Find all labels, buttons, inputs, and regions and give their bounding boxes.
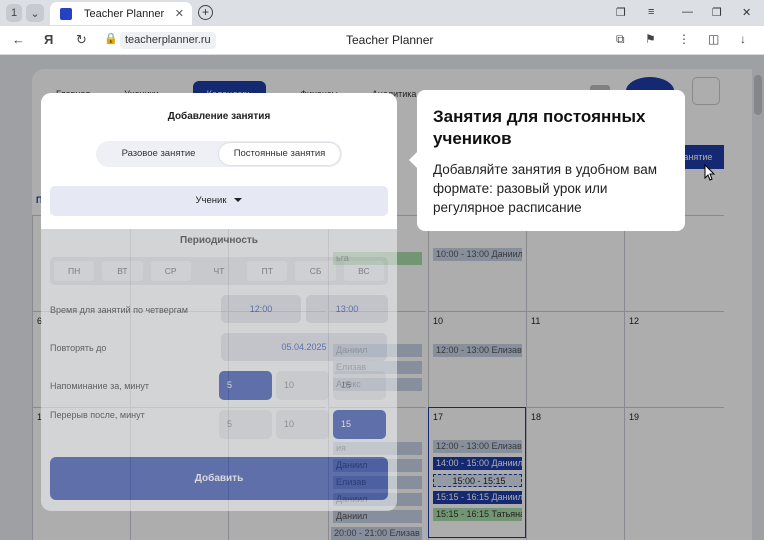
- bookmark-icon[interactable]: ⚑: [645, 32, 656, 46]
- address-bar: ← Я ↻ 🔒 teacherplanner.ru Teacher Planne…: [0, 26, 764, 55]
- menu-icon[interactable]: ≡: [648, 6, 654, 18]
- reminder-option-10[interactable]: 10: [276, 371, 329, 400]
- tooltip-title: Занятия для постоянных учеников: [433, 107, 646, 148]
- lesson-type-toggle: Разовое занятие Постоянные занятия: [96, 141, 342, 167]
- page-title: Teacher Planner: [346, 33, 434, 47]
- modal-form-dimmed: Периодичность ПН ВТ СР ЧТ ПТ СБ ВС Время…: [41, 229, 397, 511]
- time-label: Время для занятий по четвергам: [50, 305, 188, 315]
- site-favicon-icon: [60, 7, 72, 20]
- back-icon[interactable]: ←: [12, 32, 25, 47]
- sidebar-icon[interactable]: ◫: [708, 32, 719, 46]
- minimize-icon[interactable]: —: [682, 6, 693, 18]
- break-option-5[interactable]: 5: [219, 410, 272, 439]
- weekday-wed[interactable]: СР: [150, 261, 191, 281]
- download-icon[interactable]: ↓: [740, 32, 746, 46]
- break-option-15[interactable]: 15: [333, 410, 386, 439]
- weekday-sat[interactable]: СБ: [295, 261, 336, 281]
- weekday-fri[interactable]: ПТ: [247, 261, 288, 281]
- weekday-thu[interactable]: ЧТ: [199, 261, 239, 281]
- collections-icon[interactable]: ❐: [616, 6, 626, 19]
- tooltip-description: Добавляйте занятия в удобном вам формате…: [433, 162, 658, 215]
- restore-icon[interactable]: ❐: [712, 6, 722, 19]
- add-lesson-modal: Добавление занятия Разовое занятие Посто…: [41, 93, 397, 229]
- weekday-tue[interactable]: ВТ: [102, 261, 143, 281]
- yandex-icon[interactable]: Я: [44, 32, 53, 47]
- student-select[interactable]: Ученик: [50, 186, 388, 216]
- extension-icon[interactable]: ⧉: [616, 32, 625, 47]
- mouse-cursor-icon: [704, 164, 716, 181]
- weekday-mon[interactable]: ПН: [54, 261, 95, 281]
- chevron-down-icon[interactable]: ⌄: [26, 4, 44, 22]
- lock-icon: 🔒: [104, 33, 118, 45]
- window-close-icon[interactable]: ✕: [742, 6, 751, 19]
- new-tab-icon[interactable]: +: [198, 5, 213, 20]
- onboarding-tooltip: Занятия для постоянных учеников Добавляй…: [409, 90, 685, 231]
- reload-icon[interactable]: ↻: [76, 32, 87, 48]
- tab-recurring-lessons[interactable]: Постоянные занятия: [219, 143, 340, 165]
- browser-tab-bar: 1 ⌄ Teacher Planner ✕ + ❐ ≡ — ❐ ✕: [0, 0, 764, 26]
- url-field[interactable]: teacherplanner.ru: [120, 32, 216, 49]
- weekday-picker: ПН ВТ СР ЧТ ПТ СБ ВС: [50, 257, 388, 285]
- caret-down-icon: [234, 198, 243, 203]
- weekday-sun[interactable]: ВС: [343, 261, 384, 281]
- add-button[interactable]: Добавить: [50, 457, 388, 500]
- time-from-field[interactable]: 12:00: [221, 295, 301, 323]
- tab-title: Teacher Planner: [84, 7, 165, 20]
- break-option-10[interactable]: 10: [276, 410, 329, 439]
- tooltip-arrow: [409, 152, 417, 168]
- reminder-label: Напоминание за, минут: [50, 381, 150, 391]
- modal-title: Добавление занятия: [167, 111, 271, 122]
- break-label: Перерыв после, минут: [50, 410, 145, 420]
- tab-single-lesson[interactable]: Разовое занятие: [98, 143, 219, 165]
- close-icon[interactable]: ✕: [175, 7, 184, 20]
- repeat-until-field[interactable]: 05.04.2025: [221, 333, 387, 361]
- tab-count-icon[interactable]: 1: [6, 4, 22, 22]
- reminder-option-15[interactable]: 15: [333, 371, 386, 400]
- repeat-label: Повторять до: [50, 343, 107, 353]
- time-to-field[interactable]: 13:00: [306, 295, 388, 323]
- browser-tab[interactable]: Teacher Planner ✕: [50, 2, 192, 25]
- periodicity-title: Периодичность: [180, 235, 258, 246]
- student-select-label: Ученик: [195, 195, 227, 206]
- reminder-option-5[interactable]: 5: [219, 371, 272, 400]
- more-icon[interactable]: ⋮: [678, 32, 690, 46]
